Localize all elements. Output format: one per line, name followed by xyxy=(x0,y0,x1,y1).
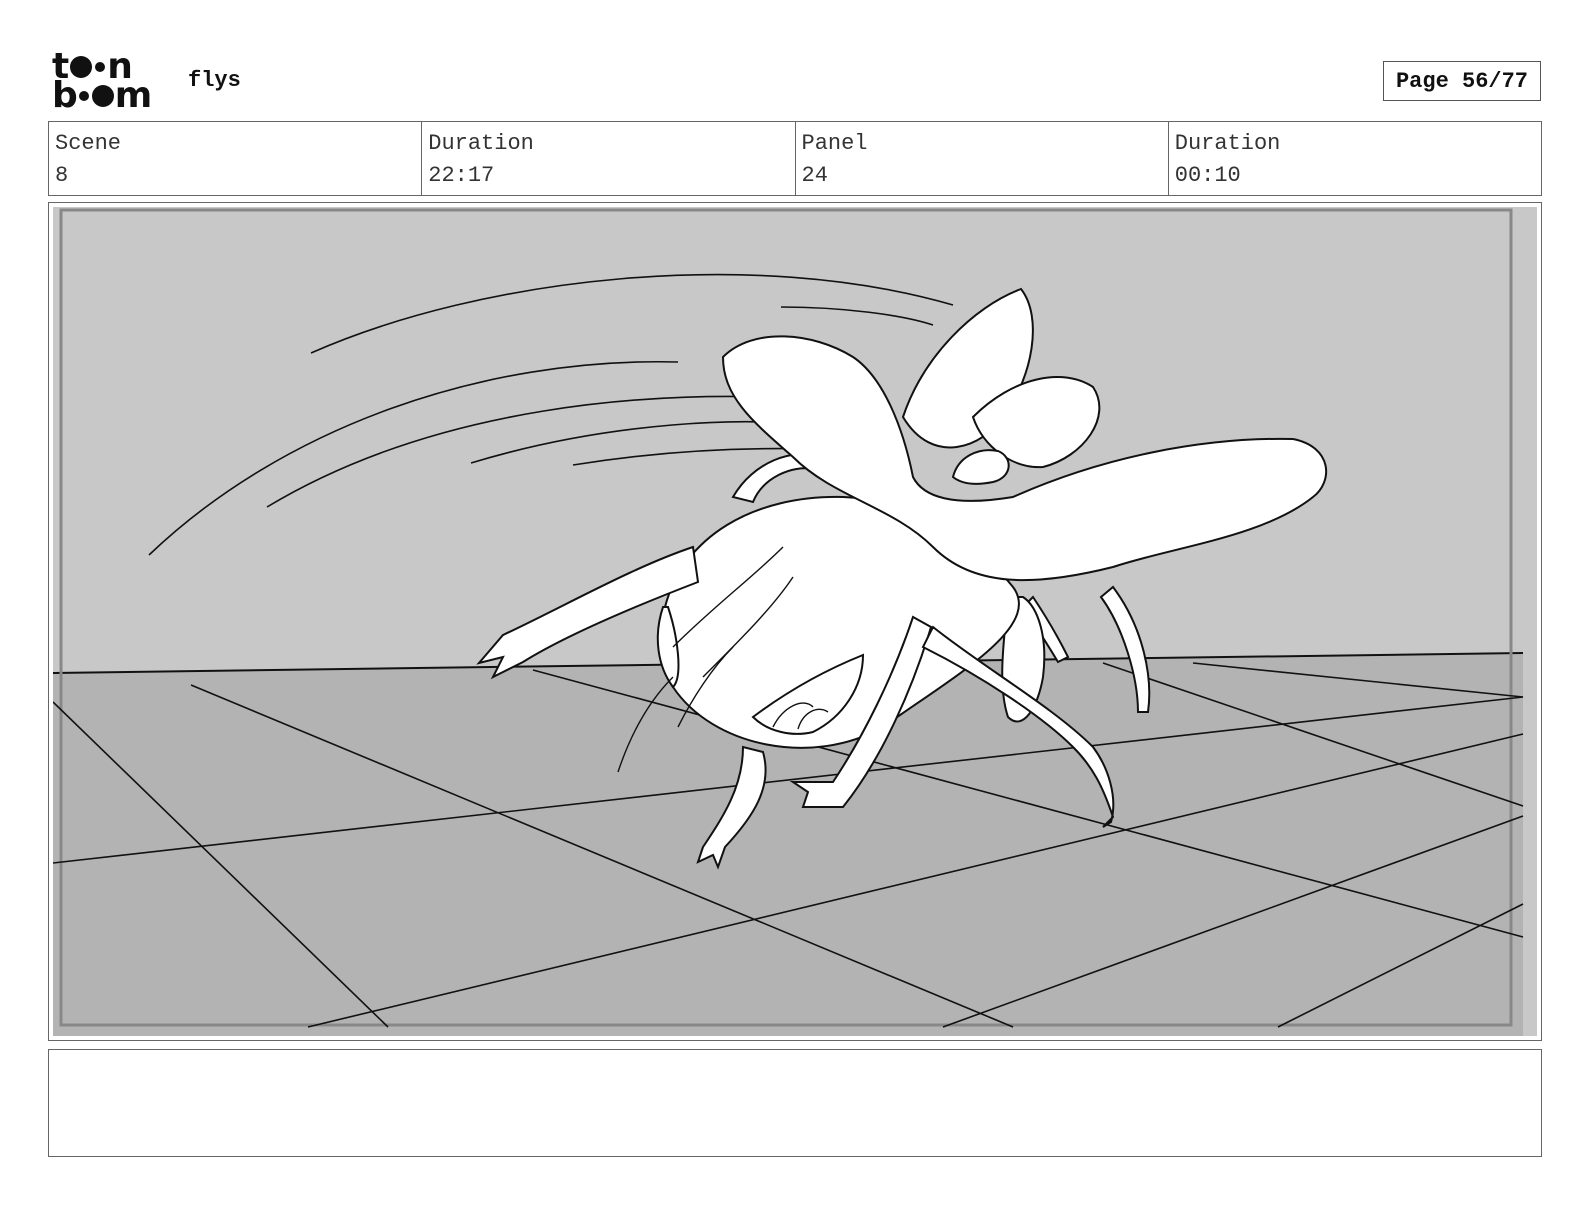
project-title: flys xyxy=(188,68,241,93)
panel-duration-value: 00:10 xyxy=(1174,163,1241,188)
logo-row-bottom: b m xyxy=(52,74,164,116)
scene-info-row: Scene 8 Duration 22:17 Panel 24 Duration… xyxy=(48,121,1542,196)
scene-label: Scene xyxy=(55,131,122,156)
logo-dot-large-2 xyxy=(91,84,114,107)
panel-duration-cell: Duration 00:10 xyxy=(1169,122,1541,195)
scene-duration-cell: Duration 22:17 xyxy=(422,122,796,195)
scene-duration-value: 22:17 xyxy=(428,163,495,188)
toon-boom-logo: t n b m xyxy=(52,48,164,116)
logo-dot-small xyxy=(95,61,106,72)
logo-dot-small-2 xyxy=(78,90,89,101)
panel-notes-box xyxy=(48,1049,1542,1157)
panel-duration-label: Duration xyxy=(1174,131,1281,156)
panel-value: 24 xyxy=(801,163,828,188)
logo-letter-b: b xyxy=(52,74,78,116)
panel-cell: Panel 24 xyxy=(796,122,1169,195)
panel-label: Panel xyxy=(801,131,868,156)
page-indicator: Page 56/77 xyxy=(1383,61,1541,101)
scene-duration-label: Duration xyxy=(428,131,534,156)
storyboard-panel xyxy=(48,202,1542,1041)
panel-sketch xyxy=(53,207,1537,1036)
scene-value: 8 xyxy=(55,163,69,188)
logo-letter-m: m xyxy=(114,74,153,116)
scene-cell: Scene 8 xyxy=(49,122,423,195)
